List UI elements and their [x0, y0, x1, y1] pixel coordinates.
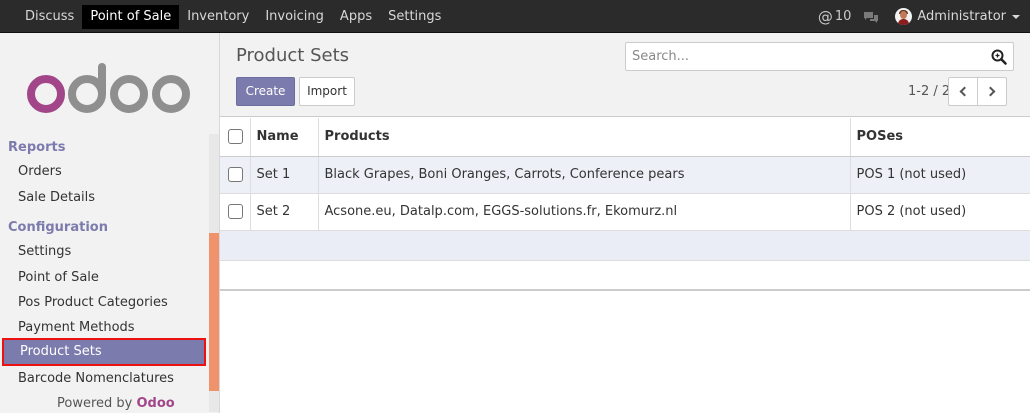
at-icon: @ [817, 7, 833, 26]
chevron-right-icon [985, 86, 996, 97]
select-all-cell [220, 118, 250, 157]
empty-row [220, 260, 1030, 291]
systray: @ 10 Administrator [818, 0, 1030, 33]
section-configuration: Configuration [8, 220, 108, 235]
table-header-row: Name Products POSes [220, 118, 1030, 157]
chat-icon[interactable] [863, 11, 879, 23]
column-header-products[interactable]: Products [317, 118, 850, 157]
pager-next-button[interactable] [977, 77, 1007, 106]
row-checkbox[interactable] [228, 167, 243, 182]
sidebar: Reports Orders Sale Details Configuratio… [0, 33, 220, 413]
cell-poses[interactable]: POS 1 (not used) [849, 156, 1030, 194]
caret-down-icon [1012, 14, 1020, 19]
mentions-button[interactable]: @ 10 [818, 8, 852, 26]
row-checkbox[interactable] [228, 204, 243, 219]
empty-row [220, 230, 1030, 261]
user-menu[interactable]: Administrator [895, 8, 1020, 25]
search-icon[interactable] [991, 49, 1007, 65]
sidebar-item-pos-product-categories[interactable]: Pos Product Categories [18, 295, 168, 310]
cell-name[interactable]: Set 2 [249, 193, 318, 231]
sidebar-item-sale-details[interactable]: Sale Details [18, 190, 95, 205]
cell-products[interactable]: Black Grapes, Boni Oranges, Carrots, Con… [317, 156, 850, 194]
sidebar-item-point-of-sale[interactable]: Point of Sale [18, 270, 99, 285]
app-menu: Discuss Point of Sale Inventory Invoicin… [17, 5, 449, 29]
cell-poses[interactable]: POS 2 (not used) [849, 193, 1030, 231]
menu-settings[interactable]: Settings [380, 5, 449, 29]
cell-products[interactable]: Acsone.eu, Datalp.com, EGGS-solutions.fr… [317, 193, 850, 231]
chevron-left-icon [959, 86, 970, 97]
menu-point-of-sale[interactable]: Point of Sale [82, 5, 180, 29]
main-content: Product Sets Create Import 1-2 / 2 Name … [220, 33, 1030, 413]
table-row[interactable]: Set 1 Black Grapes, Boni Oranges, Carrot… [220, 156, 1030, 194]
pager-previous-button[interactable] [948, 77, 978, 106]
avatar [895, 8, 913, 25]
scrollbar-thumb[interactable] [209, 233, 219, 391]
empty-cell [220, 260, 1030, 291]
table-row[interactable]: Set 2 Acsone.eu, Datalp.com, EGGS-soluti… [220, 193, 1030, 231]
mentions-count: 10 [834, 9, 852, 24]
sidebar-item-payment-methods[interactable]: Payment Methods [18, 320, 135, 335]
empty-cell [220, 230, 1030, 261]
sidebar-item-settings[interactable]: Settings [18, 244, 71, 259]
menu-apps[interactable]: Apps [332, 5, 380, 29]
select-all-checkbox[interactable] [228, 129, 243, 145]
create-button[interactable]: Create [236, 77, 295, 106]
top-navbar: Discuss Point of Sale Inventory Invoicin… [0, 0, 1030, 33]
column-header-poses[interactable]: POSes [849, 118, 1030, 157]
row-select-cell [220, 193, 250, 231]
import-button[interactable]: Import [299, 77, 355, 106]
sidebar-item-product-sets[interactable]: Product Sets [2, 338, 206, 366]
menu-invoicing[interactable]: Invoicing [257, 5, 332, 29]
powered-by-label: Powered by [57, 396, 133, 411]
control-panel: Product Sets Create Import 1-2 / 2 [220, 33, 1030, 117]
user-name: Administrator [917, 9, 1006, 24]
menu-inventory[interactable]: Inventory [179, 5, 257, 29]
row-select-cell [220, 156, 250, 194]
column-header-name[interactable]: Name [249, 118, 318, 157]
cell-name[interactable]: Set 1 [249, 156, 318, 194]
sidebar-item-orders[interactable]: Orders [18, 164, 62, 179]
powered-by-brand[interactable]: Odoo [137, 396, 175, 411]
sidebar-item-barcode-nomenclatures[interactable]: Barcode Nomenclatures [18, 371, 174, 386]
list-view-table: Name Products POSes Set 1 Black Grapes, … [220, 118, 1030, 291]
powered-by: Powered by Odoo [57, 396, 175, 411]
odoo-logo [27, 63, 190, 113]
search-box [625, 42, 1014, 71]
page-title: Product Sets [236, 45, 350, 66]
section-reports: Reports [8, 140, 66, 155]
search-input[interactable] [632, 49, 972, 64]
menu-discuss[interactable]: Discuss [17, 5, 82, 29]
pager-value[interactable]: 1-2 / 2 [908, 84, 950, 99]
